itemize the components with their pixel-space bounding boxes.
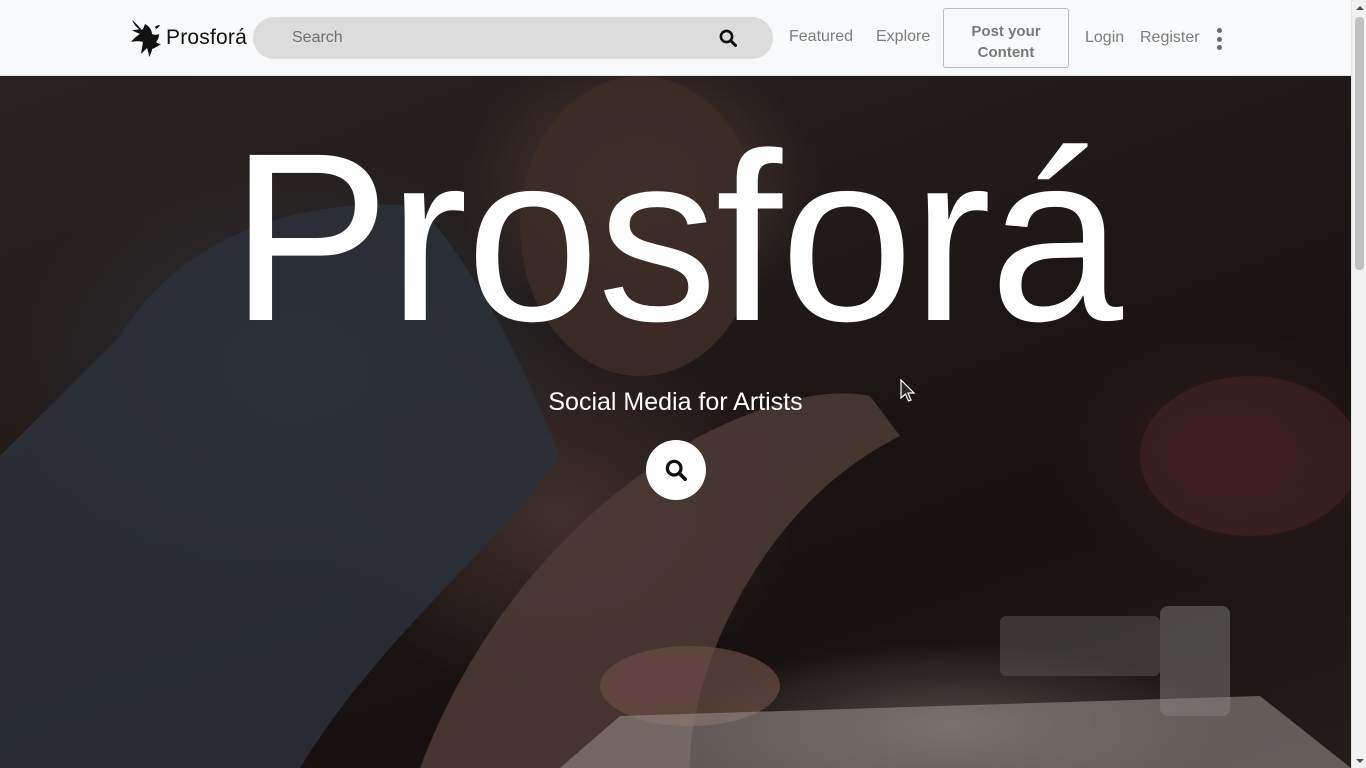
- hero-section: Prosforá Social Media for Artists: [0, 76, 1351, 768]
- page: Prosforá Featured Explore Post your Cont…: [0, 0, 1351, 768]
- search-input[interactable]: [253, 17, 703, 59]
- search-icon: [719, 29, 737, 47]
- nav-explore[interactable]: Explore: [876, 27, 930, 47]
- kebab-dot: [1216, 28, 1222, 33]
- post-content-label-line1: Post your: [971, 22, 1041, 40]
- scrollbar-thumb[interactable]: [1355, 17, 1364, 270]
- search-button[interactable]: [703, 17, 753, 59]
- bird-logo-icon: [131, 20, 161, 57]
- nav-featured[interactable]: Featured: [789, 27, 853, 47]
- kebab-dot: [1216, 45, 1222, 50]
- post-content-label-line2: Content: [977, 43, 1035, 61]
- kebab-menu-icon[interactable]: [1212, 28, 1226, 50]
- page-scrollbar[interactable]: [1351, 0, 1366, 768]
- search-icon: [665, 459, 687, 481]
- search-bar: [253, 17, 773, 59]
- navbar: Prosforá Featured Explore Post your Cont…: [0, 0, 1351, 76]
- post-content-button[interactable]: Post your Content: [943, 8, 1069, 68]
- scroll-down-arrow-icon[interactable]: [1352, 753, 1366, 768]
- kebab-dot: [1216, 36, 1222, 42]
- hero-subtitle: Social Media for Artists: [548, 388, 803, 416]
- nav-login[interactable]: Login: [1085, 28, 1124, 48]
- nav-register[interactable]: Register: [1140, 28, 1200, 48]
- hero-search-button[interactable]: [646, 440, 706, 500]
- brand-link[interactable]: Prosforá: [128, 18, 247, 58]
- scroll-up-arrow-icon[interactable]: [1352, 0, 1366, 15]
- brand-name: Prosforá: [166, 26, 247, 49]
- hero-title: Prosforá: [229, 103, 1123, 371]
